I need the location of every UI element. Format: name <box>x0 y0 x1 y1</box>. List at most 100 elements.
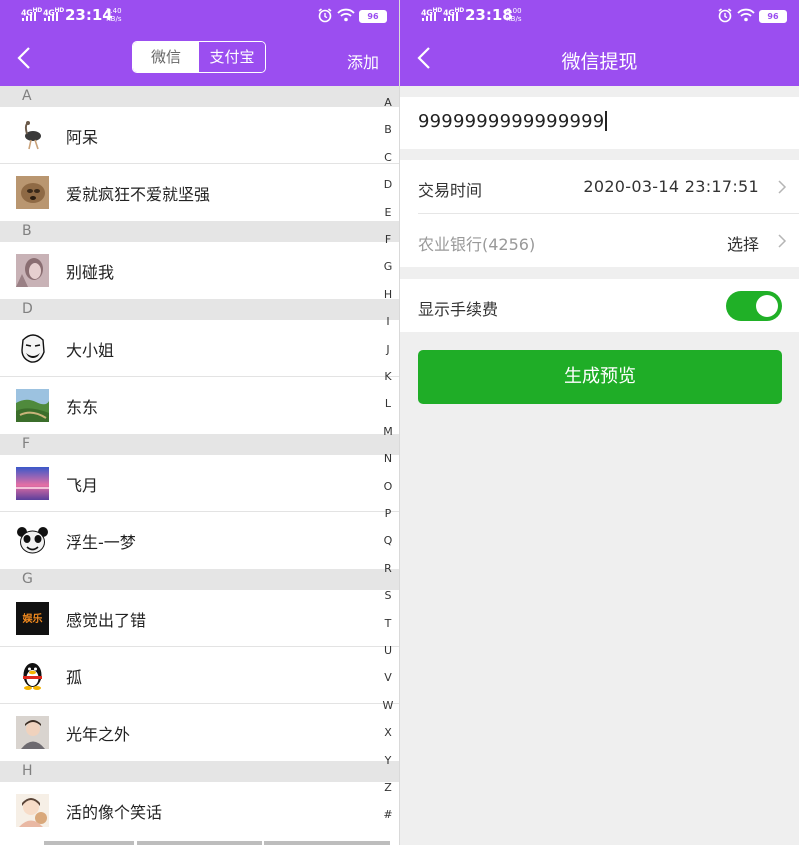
bank-card-label: 农业银行(4256) <box>418 235 536 254</box>
wifi-icon <box>337 8 355 22</box>
show-fee-label: 显示手续费 <box>418 300 499 319</box>
index-letter[interactable]: L <box>376 397 399 410</box>
meme-face-avatar <box>16 332 49 365</box>
chevron-right-icon <box>778 180 787 194</box>
contact-row[interactable]: 别碰我 <box>0 242 399 299</box>
contact-name: 东东 <box>66 398 99 417</box>
index-letter[interactable]: # <box>376 808 399 821</box>
transaction-info-group: 交易时间 2020-03-14 23:17:51 农业银行(4256) 选择 <box>400 160 799 267</box>
network-speed: 3.40 KB/s <box>106 7 122 23</box>
withdraw-header: 微信提现 <box>400 30 799 86</box>
index-letter[interactable]: X <box>376 726 399 739</box>
toggle-knob <box>756 295 778 317</box>
index-letter[interactable]: K <box>376 370 399 383</box>
wechat-withdraw-screen: 4GHD 4GHD 23:18 0.00 KB/s 96 微信提现 9999999… <box>400 0 799 845</box>
child-avatar <box>16 716 49 749</box>
cartoon-avatar <box>16 794 49 827</box>
back-icon[interactable] <box>14 46 38 70</box>
index-letter[interactable]: G <box>376 260 399 273</box>
index-letter[interactable]: C <box>376 151 399 164</box>
battery-indicator: 96 <box>759 10 787 23</box>
index-letter[interactable]: N <box>376 452 399 465</box>
contact-row[interactable]: 光年之外 <box>0 704 399 761</box>
girl-avatar <box>16 254 49 287</box>
contact-row[interactable]: 爱就疯狂不爱就坚强 <box>0 164 399 221</box>
contact-name: 爱就疯狂不爱就坚强 <box>66 185 211 204</box>
wifi-icon <box>737 8 755 22</box>
contact-row[interactable]: 浮生-一梦 <box>0 512 399 569</box>
trade-time-value: 2020-03-14 23:17:51 <box>583 177 759 196</box>
contact-name: 飞月 <box>66 476 99 495</box>
index-letter[interactable]: A <box>376 96 399 109</box>
trade-time-row[interactable]: 交易时间 2020-03-14 23:17:51 <box>400 160 799 213</box>
index-letter[interactable]: B <box>376 123 399 136</box>
contact-name: 光年之外 <box>66 725 131 744</box>
index-letter[interactable]: S <box>376 589 399 602</box>
logo-avatar: 娱乐 <box>16 602 49 635</box>
index-letter[interactable]: Y <box>376 754 399 767</box>
contact-row[interactable]: 孤 <box>0 647 399 704</box>
network-speed: 0.00 KB/s <box>506 7 522 23</box>
page-title: 微信提现 <box>561 51 638 73</box>
section-header-b: B <box>0 221 399 242</box>
status-icons: 96 <box>717 7 787 23</box>
contact-row[interactable]: 阿呆 <box>0 107 399 164</box>
index-letter[interactable]: Z <box>376 781 399 794</box>
bank-card-row[interactable]: 农业银行(4256) 选择 <box>400 214 799 267</box>
index-letter[interactable]: M <box>376 425 399 438</box>
contact-row[interactable]: 东东 <box>0 377 399 434</box>
show-fee-toggle[interactable] <box>726 291 782 321</box>
section-header-f: F <box>0 434 399 455</box>
tab-alipay[interactable]: 支付宝 <box>199 42 265 72</box>
alarm-icon <box>318 8 332 23</box>
bank-select-value: 选择 <box>726 235 759 254</box>
landscape-avatar <box>16 389 49 422</box>
battery-indicator: 96 <box>359 10 387 23</box>
contact-name: 浮生-一梦 <box>66 533 136 552</box>
signal-icon <box>422 11 437 21</box>
tab-wechat[interactable]: 微信 <box>133 42 199 72</box>
text-cursor <box>605 111 607 131</box>
index-letter[interactable]: U <box>376 644 399 657</box>
index-letter[interactable]: R <box>376 562 399 575</box>
contact-row[interactable]: 飞月 <box>0 455 399 512</box>
contact-row[interactable]: 大小姐 <box>0 320 399 377</box>
index-letter[interactable]: E <box>376 206 399 219</box>
contacts-screen: 4GHD 4GHD 23:14 3.40 KB/s 96 微信 支付宝 添加 A … <box>0 0 399 845</box>
index-letter[interactable]: T <box>376 617 399 630</box>
index-letter[interactable]: V <box>376 671 399 684</box>
index-letter[interactable]: H <box>376 288 399 301</box>
index-letter[interactable]: O <box>376 480 399 493</box>
section-header-d: D <box>0 299 399 320</box>
status-bar: 4GHD 4GHD 23:14 3.40 KB/s 96 <box>0 0 399 30</box>
section-header-a: A <box>0 86 399 107</box>
index-letter[interactable]: I <box>376 315 399 328</box>
contact-list: A 阿呆 爱就疯狂不爱就坚强 B 别碰我 D 大小姐 东东 F 飞月 浮生-一梦… <box>0 86 399 839</box>
index-letter[interactable]: F <box>376 233 399 246</box>
index-letter[interactable]: W <box>376 699 399 712</box>
generate-preview-button[interactable]: 生成预览 <box>418 350 782 404</box>
contacts-header: 微信 支付宝 添加 <box>0 30 399 86</box>
contact-name: 感觉出了错 <box>66 611 147 630</box>
signal-icon <box>22 11 37 21</box>
contact-name: 阿呆 <box>66 128 99 147</box>
contact-row[interactable]: 活的像个笑话 <box>0 782 399 839</box>
amount-input-value: 9999999999999999 <box>418 111 607 132</box>
index-letter[interactable]: J <box>376 343 399 356</box>
dog-avatar <box>16 176 49 209</box>
contact-row[interactable]: 娱乐 感觉出了错 <box>0 590 399 647</box>
index-letter[interactable]: Q <box>376 534 399 547</box>
index-letter[interactable]: D <box>376 178 399 191</box>
contact-name: 孤 <box>66 668 83 687</box>
contact-name: 大小姐 <box>66 341 115 360</box>
contact-name: 活的像个笑话 <box>66 803 163 822</box>
status-icons: 96 <box>317 7 387 23</box>
index-letter[interactable]: P <box>376 507 399 520</box>
trade-time-label: 交易时间 <box>418 181 483 200</box>
ostrich-avatar <box>16 119 49 152</box>
chevron-right-icon <box>778 234 787 248</box>
add-button[interactable]: 添加 <box>347 49 379 73</box>
alphabet-index[interactable]: A B C D E F G H I J K L M N O P Q R S T U V W X Y Z # <box>376 96 399 836</box>
amount-field[interactable]: 9999999999999999 <box>400 97 799 149</box>
payment-segmented-control: 微信 支付宝 <box>132 41 266 73</box>
